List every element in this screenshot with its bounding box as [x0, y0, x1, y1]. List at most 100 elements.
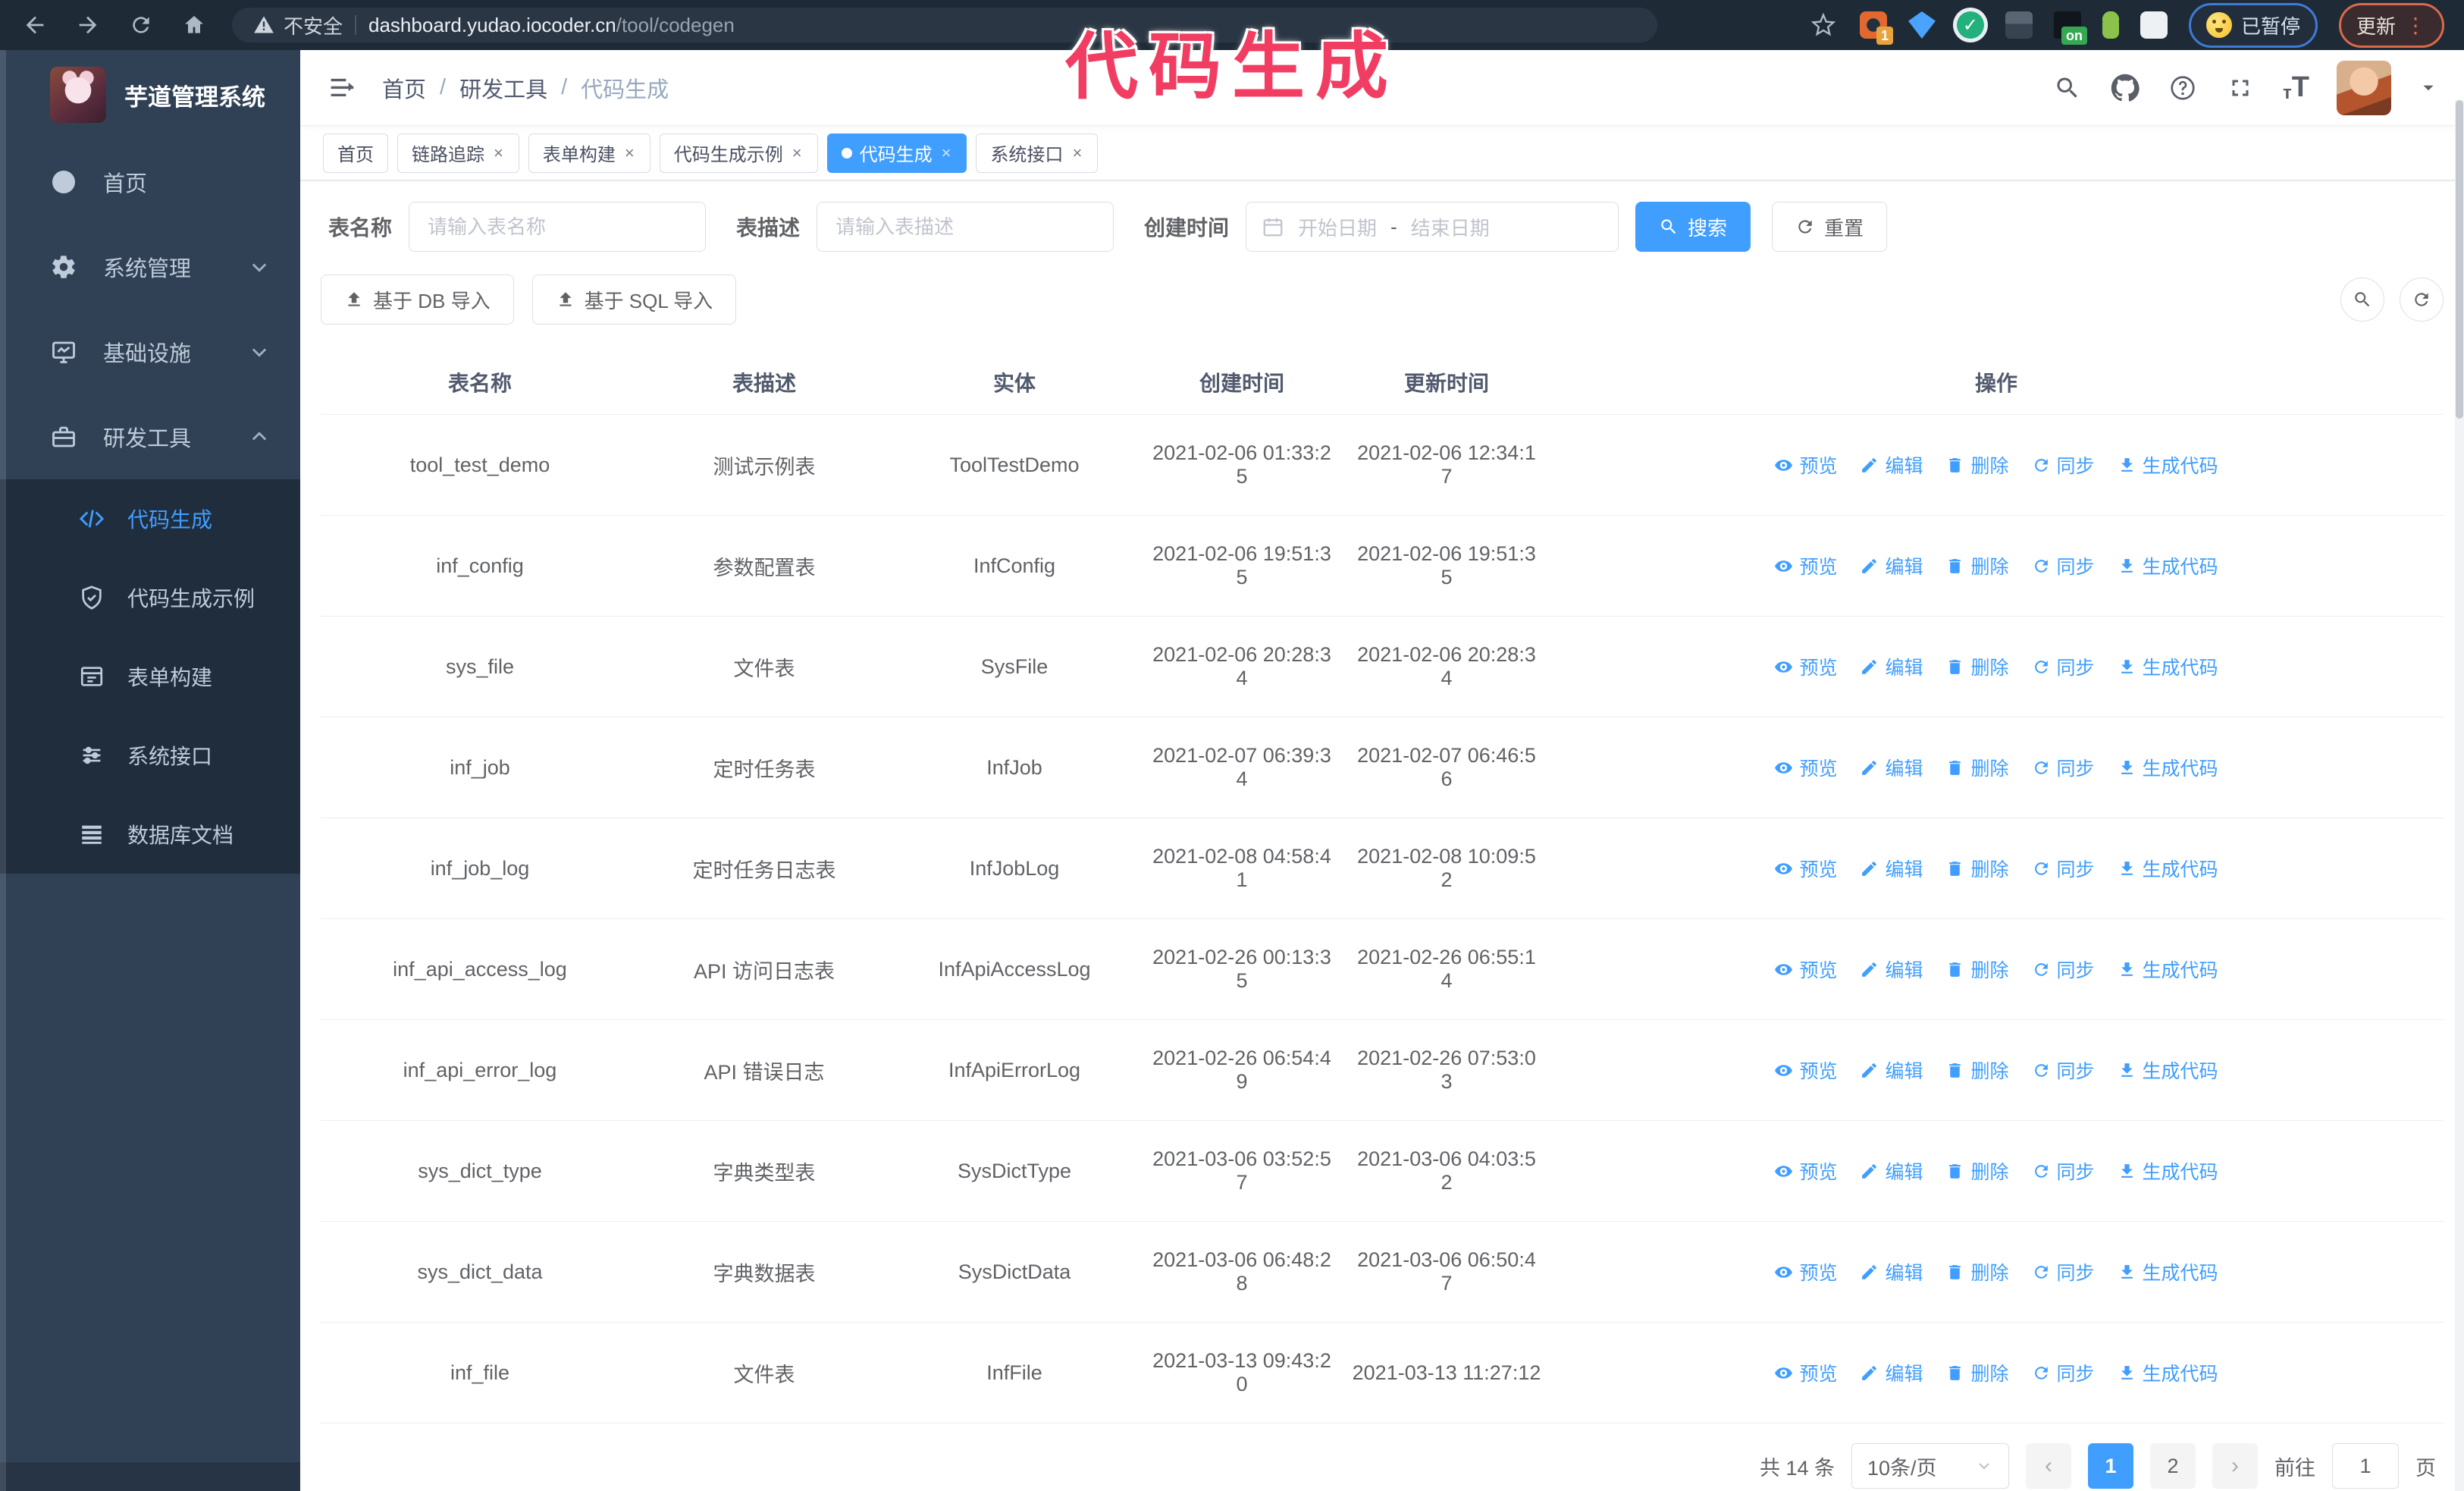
browser-home-icon[interactable] [179, 10, 209, 40]
search-icon[interactable] [2052, 73, 2083, 103]
user-menu-caret-icon[interactable] [2419, 78, 2438, 98]
extension-orange-icon[interactable]: 1 [1859, 11, 1893, 45]
extension-dev-icon[interactable]: on [2053, 11, 2087, 45]
tab-home[interactable]: 首页 [323, 133, 388, 173]
browser-forward-icon[interactable] [73, 10, 103, 40]
sync-link[interactable]: 同步 [2032, 855, 2095, 882]
edit-link[interactable]: 编辑 [1860, 653, 1923, 680]
generate-code-link[interactable]: 生成代码 [2118, 1359, 2218, 1386]
sync-link[interactable]: 同步 [2032, 552, 2095, 579]
close-icon[interactable]: × [791, 143, 804, 163]
delete-link[interactable]: 删除 [1945, 956, 2009, 983]
goto-page-input[interactable] [2332, 1443, 2399, 1489]
generate-code-link[interactable]: 生成代码 [2118, 451, 2218, 479]
sidebar-item-system-api[interactable]: 系统接口 [0, 716, 300, 795]
address-bar[interactable]: 不安全 dashboard.yudao.iocoder.cn/tool/code… [232, 8, 1657, 42]
sidebar-item-dev-tools[interactable]: 研发工具 [0, 394, 300, 479]
close-icon[interactable]: × [1071, 143, 1083, 163]
page-button-1[interactable]: 1 [2088, 1443, 2133, 1489]
sync-link[interactable]: 同步 [2032, 653, 2095, 680]
delete-link[interactable]: 删除 [1945, 1157, 2009, 1185]
preview-link[interactable]: 预览 [1774, 451, 1837, 479]
profile-paused-badge[interactable]: 已暂停 [2188, 2, 2318, 48]
close-icon[interactable]: × [940, 143, 953, 163]
edit-link[interactable]: 编辑 [1860, 1258, 1923, 1285]
extension-gem-icon[interactable] [1908, 11, 1936, 39]
close-icon[interactable]: × [623, 143, 636, 163]
preview-link[interactable]: 预览 [1774, 1056, 1837, 1084]
generate-code-link[interactable]: 生成代码 [2118, 1157, 2218, 1185]
delete-link[interactable]: 删除 [1945, 754, 2009, 781]
app-logo-row[interactable]: 芋道管理系统 [0, 50, 300, 140]
page-scrollbar[interactable] [2455, 100, 2464, 1491]
sidebar-item-system-management[interactable]: 系统管理 [0, 224, 300, 309]
table-desc-input[interactable] [817, 202, 1114, 252]
user-avatar[interactable] [2337, 60, 2391, 115]
edit-link[interactable]: 编辑 [1860, 956, 1923, 983]
scrollbar-thumb[interactable] [2456, 100, 2463, 419]
tab-codegen-example[interactable]: 代码生成示例 × [659, 133, 818, 173]
edit-link[interactable]: 编辑 [1860, 754, 1923, 781]
date-range-picker[interactable]: 开始日期 - 结束日期 [1246, 202, 1619, 252]
sidebar-item-db-doc[interactable]: 数据库文档 [0, 795, 300, 874]
edit-link[interactable]: 编辑 [1860, 1359, 1923, 1386]
page-button-2[interactable]: 2 [2150, 1443, 2196, 1489]
sidebar-item-home[interactable]: 首页 [0, 140, 300, 224]
extensions-puzzle-icon[interactable] [2140, 11, 2168, 39]
browser-menu-icon[interactable]: ⋮ [2405, 13, 2427, 38]
prev-page-button[interactable]: ‹ [2026, 1443, 2071, 1489]
reset-button[interactable]: 重置 [1772, 202, 1888, 252]
browser-reload-icon[interactable] [126, 10, 156, 40]
sync-link[interactable]: 同步 [2032, 1056, 2095, 1084]
help-icon[interactable] [2168, 73, 2198, 103]
sidebar-item-infrastructure[interactable]: 基础设施 [0, 309, 300, 394]
page-size-select[interactable]: 10条/页 [1851, 1443, 2009, 1489]
browser-update-badge[interactable]: 更新 ⋮ [2338, 2, 2444, 48]
sidebar-item-codegen[interactable]: 代码生成 [0, 479, 300, 558]
toggle-search-button[interactable] [2340, 278, 2384, 322]
sync-link[interactable]: 同步 [2032, 1157, 2095, 1185]
preview-link[interactable]: 预览 [1774, 855, 1837, 882]
sidebar-item-codegen-example[interactable]: 代码生成示例 [0, 558, 300, 637]
generate-code-link[interactable]: 生成代码 [2118, 754, 2218, 781]
sync-link[interactable]: 同步 [2032, 451, 2095, 479]
hamburger-icon[interactable] [326, 71, 359, 105]
generate-code-link[interactable]: 生成代码 [2118, 956, 2218, 983]
edit-link[interactable]: 编辑 [1860, 451, 1923, 479]
sync-link[interactable]: 同步 [2032, 1258, 2095, 1285]
breadcrumb-dev-tools[interactable]: 研发工具 [459, 72, 547, 104]
edit-link[interactable]: 编辑 [1860, 1157, 1923, 1185]
security-status[interactable]: 不安全 [253, 11, 343, 39]
delete-link[interactable]: 删除 [1945, 1258, 2009, 1285]
fullscreen-icon[interactable] [2225, 73, 2256, 103]
close-icon[interactable]: × [492, 143, 505, 163]
edit-link[interactable]: 编辑 [1860, 552, 1923, 579]
sync-link[interactable]: 同步 [2032, 956, 2095, 983]
preview-link[interactable]: 预览 [1774, 754, 1837, 781]
search-button[interactable]: 搜索 [1635, 202, 1751, 252]
import-sql-button[interactable]: 基于 SQL 导入 [531, 275, 737, 325]
import-db-button[interactable]: 基于 DB 导入 [321, 275, 514, 325]
next-page-button[interactable]: › [2212, 1443, 2258, 1489]
preview-link[interactable]: 预览 [1774, 653, 1837, 680]
sync-link[interactable]: 同步 [2032, 754, 2095, 781]
preview-link[interactable]: 预览 [1774, 1157, 1837, 1185]
sidebar-collapse-bar[interactable] [0, 1462, 300, 1491]
tab-form-builder[interactable]: 表单构建 × [528, 133, 650, 173]
bookmark-star-icon[interactable] [1808, 10, 1839, 40]
sync-link[interactable]: 同步 [2032, 1359, 2095, 1386]
tab-system-api[interactable]: 系统接口 × [976, 133, 1099, 173]
edit-link[interactable]: 编辑 [1860, 855, 1923, 882]
delete-link[interactable]: 删除 [1945, 1056, 2009, 1084]
preview-link[interactable]: 预览 [1774, 1258, 1837, 1285]
tab-codegen[interactable]: 代码生成 × [826, 133, 967, 173]
refresh-table-button[interactable] [2400, 278, 2444, 322]
github-icon[interactable] [2110, 73, 2140, 103]
preview-link[interactable]: 预览 [1774, 1359, 1837, 1386]
delete-link[interactable]: 删除 [1945, 451, 2009, 479]
delete-link[interactable]: 删除 [1945, 1359, 2009, 1386]
browser-back-icon[interactable] [20, 10, 50, 40]
preview-link[interactable]: 预览 [1774, 552, 1837, 579]
tab-tracing[interactable]: 链路追踪 × [397, 133, 519, 173]
delete-link[interactable]: 删除 [1945, 653, 2009, 680]
